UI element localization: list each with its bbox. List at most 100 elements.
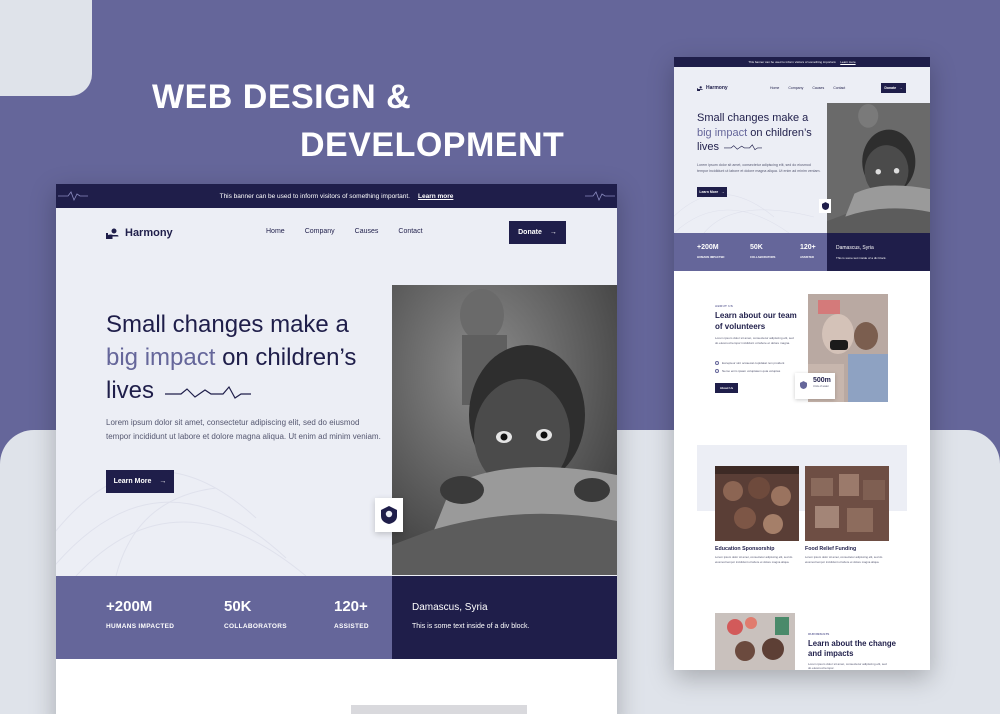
stat-label: COLLABORATORS xyxy=(750,255,776,259)
profile-badge xyxy=(819,199,831,213)
heartbeat-line-icon xyxy=(58,191,88,201)
check-text: Excepteur sint occaecat cupidatat non pr… xyxy=(722,361,785,365)
about-eyebrow: ABOUT US xyxy=(715,304,734,308)
learn-more-button[interactable]: Learn More → xyxy=(106,470,174,493)
nav-causes[interactable]: Causes xyxy=(812,86,824,90)
donate-button[interactable]: Donate → xyxy=(881,83,906,93)
location-box: Damascus, Syria This is some text inside… xyxy=(392,576,617,659)
volunteer-stat-label: Units of water xyxy=(813,385,829,388)
about-us-button[interactable]: About Us xyxy=(715,383,738,393)
about-text: Lorem ipsum dolor sit amet, consectetur … xyxy=(715,336,794,345)
heartbeat-line-icon xyxy=(585,191,615,201)
location-box: Damascus, Syria This is some text inside… xyxy=(827,233,930,271)
hero-title: Small changes make a big impact on child… xyxy=(106,308,396,407)
profile-badge xyxy=(375,498,403,532)
check-text: Nemo enim ipsam voluptatem quia voluptas xyxy=(722,369,781,373)
banner-text: This banner can be used to inform visito… xyxy=(748,60,837,64)
brand-logo[interactable]: Harmony xyxy=(106,227,173,239)
cause-text-education: Lorem ipsum dolor sit amet, consectetur … xyxy=(715,555,793,564)
donate-label: Donate xyxy=(518,229,542,236)
cause-photo-education xyxy=(715,466,799,541)
hero-photo-child xyxy=(392,285,617,575)
cause-title-food[interactable]: Food Relief Funding xyxy=(805,546,856,552)
cause-photo-food xyxy=(805,466,889,541)
stat-label: COLLABORATORS xyxy=(224,623,287,630)
hero-title-part1: Small changes make a xyxy=(106,311,349,338)
announcement-banner: This banner can be used to inform visito… xyxy=(56,184,617,208)
promo-headline-line1: WEB DESIGN & xyxy=(152,78,412,116)
brand-logo[interactable]: Harmony xyxy=(697,85,728,91)
nav-contact[interactable]: Contact xyxy=(398,228,422,235)
stat-collaborators: 50K COLLABORATORS xyxy=(224,598,287,630)
check-circle-icon xyxy=(715,361,719,365)
volunteer-stat-value: 500m xyxy=(813,377,831,384)
next-section xyxy=(56,659,617,714)
results-text: Lorem ipsum dolor sit amet, consectetur … xyxy=(808,662,887,670)
stat-humans: +200M HUMANS IMPACTED xyxy=(697,244,724,259)
banner-learn-more-link[interactable]: Learn more xyxy=(418,193,453,200)
stat-value: 120+ xyxy=(800,244,816,251)
nav-home[interactable]: Home xyxy=(266,228,285,235)
cause-title-education[interactable]: Education Sponsorship xyxy=(715,546,774,552)
arrow-right-icon: → xyxy=(899,86,903,90)
volunteer-stat-card: 500m Units of water xyxy=(795,373,835,399)
hero-photo-child xyxy=(827,103,930,234)
stat-value: 50K xyxy=(224,598,252,615)
hero-title-part3: lives xyxy=(697,141,720,153)
results-title: Learn about the change and impacts xyxy=(808,639,896,658)
learn-more-label: Learn More xyxy=(699,190,719,194)
stat-collaborators: 50K COLLABORATORS xyxy=(750,244,775,259)
stat-assisted: 120+ ASSISTED xyxy=(334,598,369,630)
cause-text-food: Lorem ipsum dolor sit amet, consectetur … xyxy=(805,555,883,564)
location-title: Damascus, Syria xyxy=(412,602,488,613)
banner-learn-more-link[interactable]: Learn more xyxy=(840,60,855,64)
banner-text: This banner can be used to inform visito… xyxy=(219,192,410,200)
section-image-peek xyxy=(351,705,527,714)
stat-humans: +200M HUMANS IMPACTED xyxy=(106,598,174,630)
nav-company[interactable]: Company xyxy=(305,228,335,235)
stats-bar: +200M HUMANS IMPACTED 50K COLLABORATORS … xyxy=(56,576,392,659)
hero-title-part2: on children’s xyxy=(750,126,812,139)
navbar: Harmony Home Company Causes Contact Dona… xyxy=(56,208,617,258)
hero-title-highlight: big impact xyxy=(697,126,748,139)
about-check-item: Nemo enim ipsam voluptatem quia voluptas xyxy=(715,369,780,373)
profile-badge-icon xyxy=(381,506,397,524)
about-title: Learn about our team of volunteers xyxy=(715,311,797,331)
nav-home[interactable]: Home xyxy=(770,86,779,90)
shield-icon xyxy=(800,381,807,389)
arrow-right-icon: → xyxy=(549,229,557,236)
hero-title-highlight: big impact xyxy=(106,344,216,371)
hero-title-part3: lives xyxy=(106,377,155,404)
nav-causes[interactable]: Causes xyxy=(355,228,379,235)
check-circle-icon xyxy=(715,369,719,373)
learn-more-button[interactable]: Learn More → xyxy=(697,187,727,197)
stats-bar: +200M HUMANS IMPACTED 50K COLLABORATORS … xyxy=(674,233,827,271)
arrow-right-icon: → xyxy=(721,190,725,194)
stat-label: HUMANS IMPACTED xyxy=(697,255,725,259)
nav-company[interactable]: Company xyxy=(788,86,803,90)
stat-assisted: 120+ ASSISTED xyxy=(800,244,816,259)
nav-contact[interactable]: Contact xyxy=(833,86,845,90)
stat-label: HUMANS IMPACTED xyxy=(106,623,175,630)
profile-badge-icon xyxy=(821,202,829,210)
heartbeat-line-icon xyxy=(164,385,251,399)
hero-title-part1: Small changes make a xyxy=(697,112,809,124)
learn-more-label: Learn More xyxy=(113,478,152,485)
location-text: This is some text inside of a div block. xyxy=(836,256,887,260)
arrow-right-icon: → xyxy=(159,478,167,485)
stat-value: 120+ xyxy=(334,598,368,615)
stat-label: ASSISTED xyxy=(334,623,369,630)
stat-value: +200M xyxy=(106,598,153,615)
donate-button[interactable]: Donate → xyxy=(509,221,566,244)
about-check-item: Excepteur sint occaecat cupidatat non pr… xyxy=(715,361,784,365)
hand-heart-icon xyxy=(106,228,119,239)
heartbeat-line-icon xyxy=(724,144,763,151)
desktop-mockup: This banner can be used to inform visito… xyxy=(56,184,617,714)
promo-headline-line2: DEVELOPMENT xyxy=(300,126,565,164)
stat-label: ASSISTED xyxy=(800,255,814,259)
nav-menu: Home Company Causes Contact xyxy=(266,228,423,235)
announcement-banner: This banner can be used to inform visito… xyxy=(674,57,930,67)
fullpage-mockup: This banner can be used to inform visito… xyxy=(674,57,930,670)
hero-title: Small changes make a big impact on child… xyxy=(697,111,827,155)
results-eyebrow: OUR RESULTS xyxy=(808,632,830,636)
